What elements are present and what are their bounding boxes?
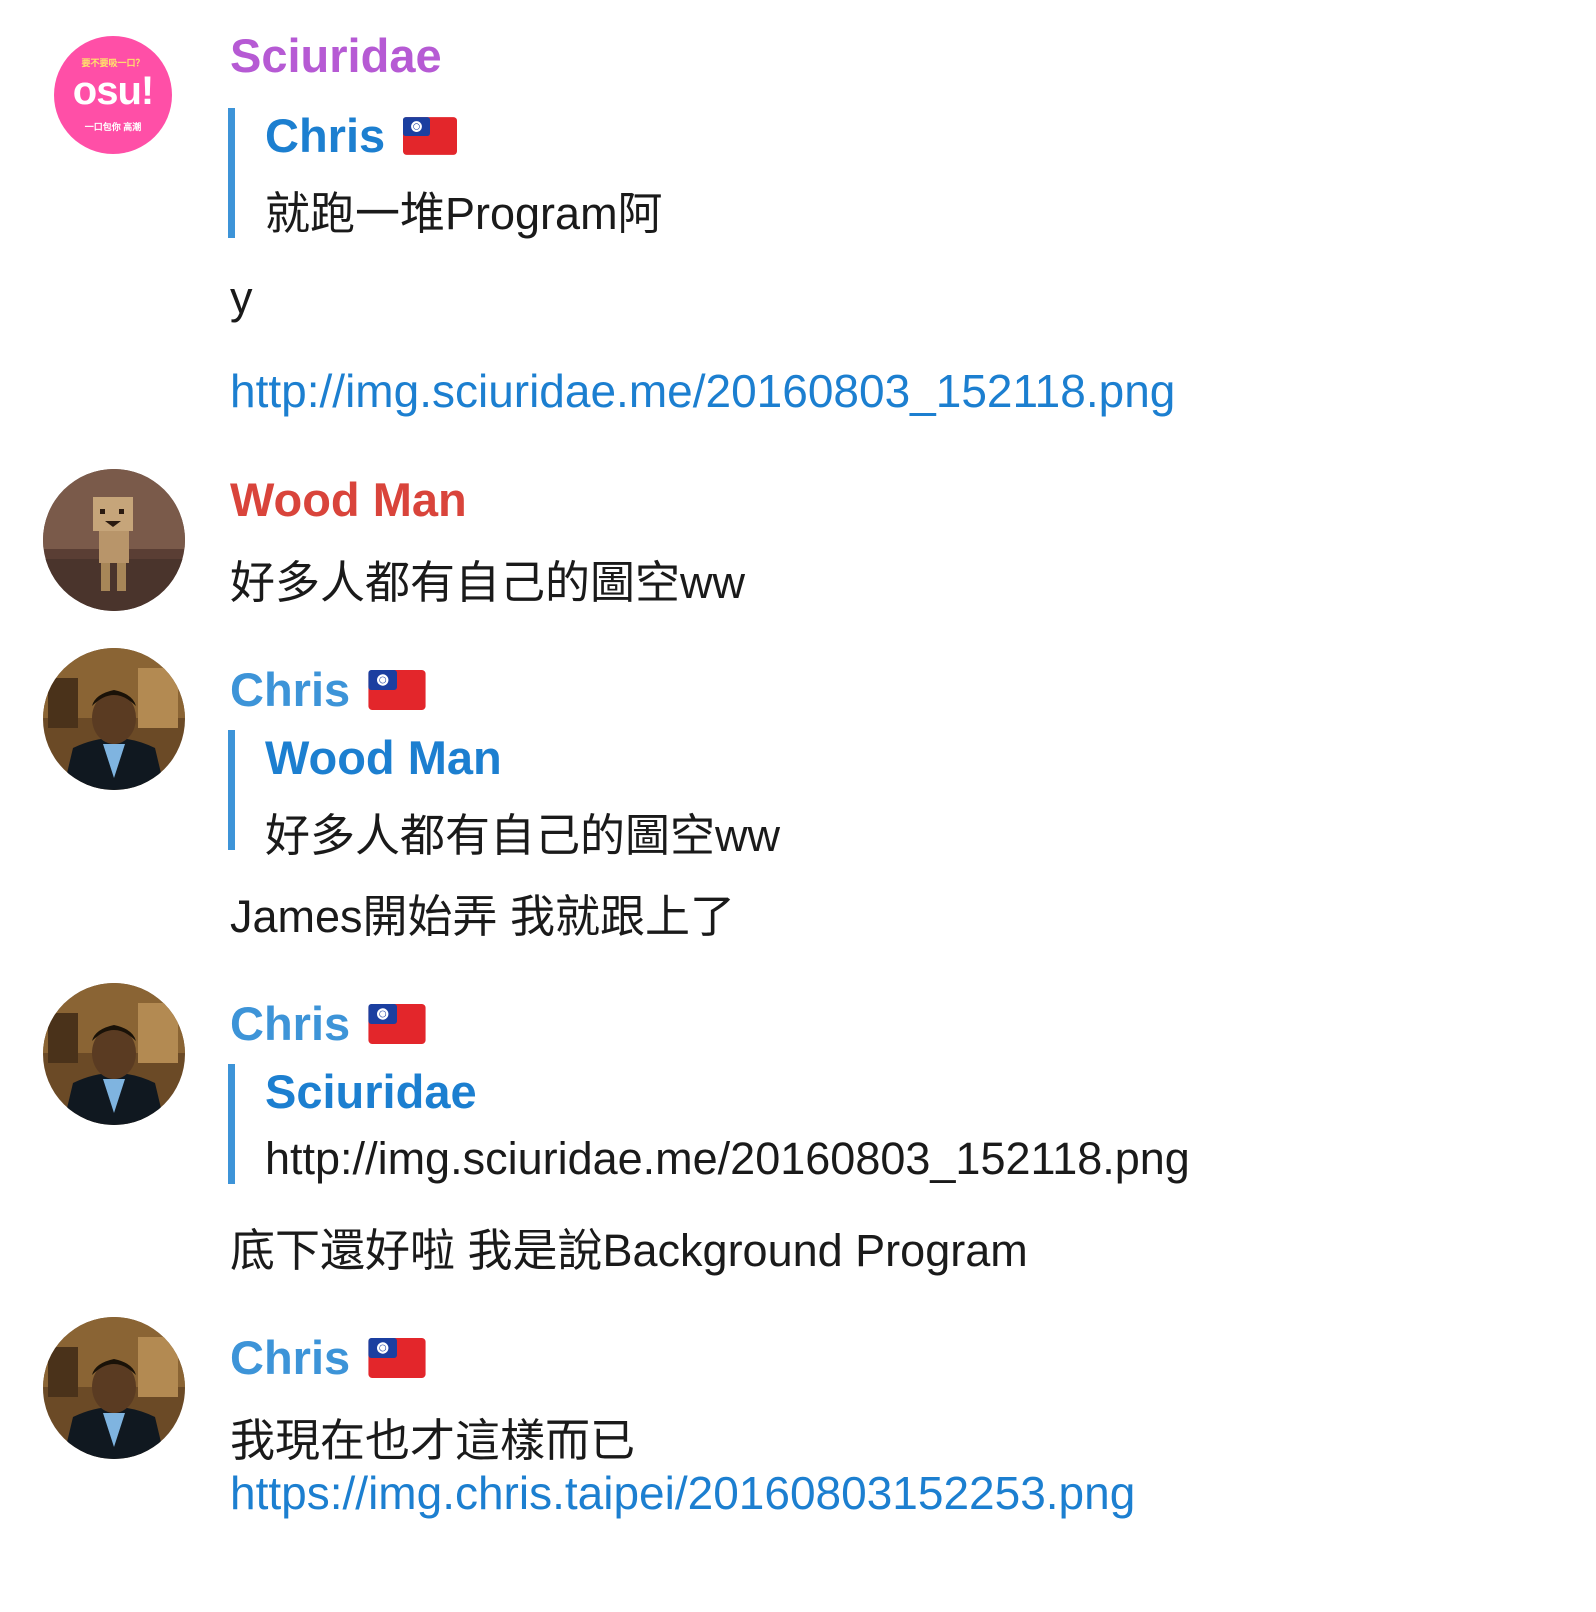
- avatar-sciuridae[interactable]: 要不要吸一口？ osu! 一口包你 高潮: [54, 36, 172, 154]
- sender-name[interactable]: Chris: [230, 996, 426, 1051]
- quote-author: Chris: [265, 108, 663, 163]
- sender-name[interactable]: Wood Man: [230, 472, 467, 527]
- quote-text: 好多人都有自己的圖空ww: [265, 810, 780, 861]
- quote-author: Sciuridae: [265, 1065, 477, 1118]
- avatar-bottom-text: 一口包你 高潮: [84, 122, 142, 132]
- sender-name[interactable]: Sciuridae: [230, 28, 442, 83]
- chris-photo-icon: [43, 983, 185, 1125]
- taiwan-flag-icon: [368, 1004, 426, 1044]
- message-text: 好多人都有自己的圖空ww: [230, 557, 745, 608]
- reply-quote[interactable]: Sciuridae http://img.sciuridae.me/201608…: [228, 1064, 1190, 1184]
- taiwan-flag-icon: [368, 670, 426, 710]
- avatar-chris[interactable]: [43, 648, 185, 790]
- avatar-top-text: 要不要吸一口？: [81, 58, 145, 68]
- avatar-chris[interactable]: [43, 1317, 185, 1459]
- reply-quote[interactable]: Wood Man 好多人都有自己的圖空ww: [228, 730, 780, 861]
- message-text: y: [230, 272, 253, 323]
- chris-photo-icon: [43, 1317, 185, 1459]
- quote-text: 就跑一堆Program阿: [265, 188, 663, 239]
- osu-logo-text: osu!: [72, 69, 154, 113]
- sender-name[interactable]: Chris: [230, 662, 426, 717]
- avatar-woodman[interactable]: [43, 469, 185, 611]
- danboard-avatar-icon: [43, 469, 185, 611]
- message-text: 底下還好啦 我是說Background Program: [230, 1225, 1028, 1276]
- message-text: 我現在也才這樣而已: [230, 1415, 636, 1466]
- chris-photo-icon: [43, 648, 185, 790]
- reply-quote[interactable]: Chris 就跑一堆Program阿: [228, 108, 663, 239]
- taiwan-flag-icon: [368, 1338, 426, 1378]
- taiwan-flag-icon: [403, 117, 457, 155]
- message-text: James開始弄 我就跟上了: [230, 891, 736, 942]
- quote-author: Wood Man: [265, 731, 502, 784]
- image-link[interactable]: http://img.sciuridae.me/20160803_152118.…: [230, 364, 1175, 418]
- quote-text: http://img.sciuridae.me/20160803_152118.…: [265, 1133, 1190, 1184]
- sender-name[interactable]: Chris: [230, 1330, 426, 1385]
- avatar-chris[interactable]: [43, 983, 185, 1125]
- image-link[interactable]: https://img.chris.taipei/20160803152253.…: [230, 1466, 1135, 1520]
